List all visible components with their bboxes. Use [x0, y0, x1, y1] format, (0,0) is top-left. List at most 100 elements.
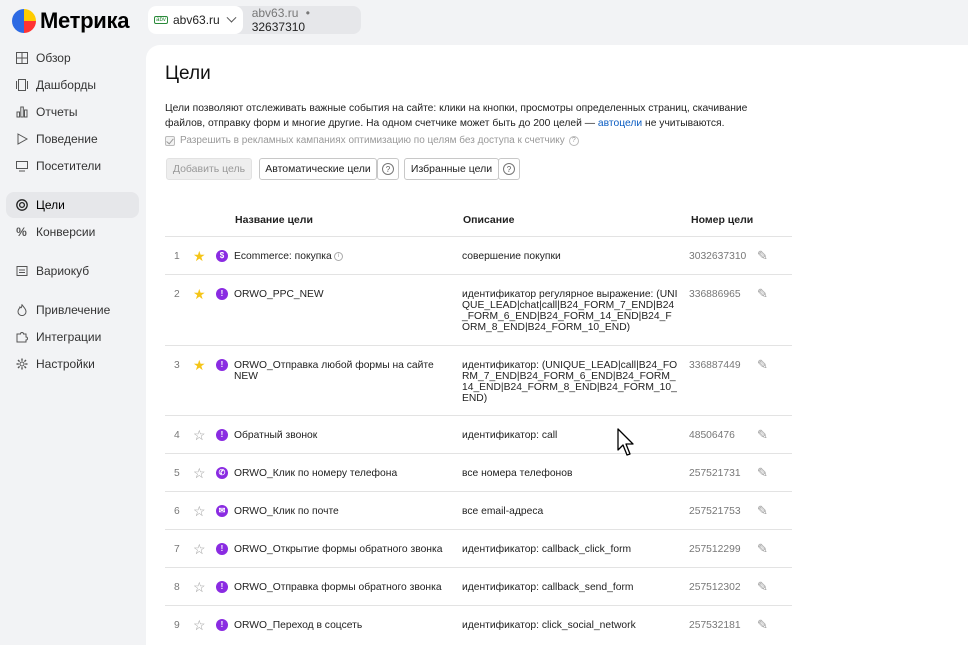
row-number: 1 [174, 251, 180, 262]
sidebar-item-integrations[interactable]: Интеграции [6, 324, 139, 350]
edit-pencil-icon[interactable]: ✎ [757, 504, 771, 518]
sidebar-item-settings[interactable]: Настройки [6, 351, 139, 377]
table-row[interactable]: 6 ☆ ✉ ORWO_Клик по почте все email-адрес… [165, 491, 792, 529]
phone-goal-icon: ✆ [216, 467, 228, 479]
sidebar-item-variocube[interactable]: Вариокуб [6, 258, 139, 284]
row-number: 9 [174, 620, 180, 631]
goal-name[interactable]: ORWO_Отправка формы обратного звонка [234, 582, 444, 593]
row-number: 2 [174, 289, 180, 300]
star-filled-icon[interactable]: ★ [193, 249, 207, 263]
top-bar: Метрика abv abv63.ru abv63.ru • 32637310 [0, 0, 968, 40]
goal-description: идентификатор: (UNIQUE_LEAD|call|B24_FOR… [462, 360, 678, 404]
row-number: 8 [174, 582, 180, 593]
table-row[interactable]: 7 ☆ ! ORWO_Открытие формы обратного звон… [165, 529, 792, 567]
star-filled-icon[interactable]: ★ [193, 287, 207, 301]
goal-id: 336886965 [689, 289, 741, 300]
column-header-description[interactable]: Описание [463, 214, 514, 226]
edit-pencil-icon[interactable]: ✎ [757, 358, 771, 372]
star-outline-icon[interactable]: ☆ [193, 580, 207, 594]
metrika-logo[interactable]: Метрика [12, 8, 129, 34]
add-goal-button[interactable]: Добавить цель [166, 158, 252, 180]
sidebar-item-reports[interactable]: Отчеты [6, 99, 139, 125]
question-icon: ? [503, 163, 515, 175]
edit-pencil-icon[interactable]: ✎ [757, 428, 771, 442]
puzzle-icon [15, 331, 28, 344]
cube-icon [15, 265, 28, 278]
star-filled-icon[interactable]: ★ [193, 358, 207, 372]
favorite-goals-button[interactable]: Избранные цели [404, 158, 499, 180]
star-outline-icon[interactable]: ☆ [193, 428, 207, 442]
column-header-name[interactable]: Название цели [235, 214, 313, 226]
table-row[interactable]: 1 ★ $ Ecommerce: покупка i совершение пок… [165, 236, 792, 274]
row-number: 6 [174, 506, 180, 517]
goal-name[interactable]: ORWO_Клик по почте [234, 506, 444, 517]
star-outline-icon[interactable]: ☆ [193, 504, 207, 518]
edit-pencil-icon[interactable]: ✎ [757, 287, 771, 301]
permission-checkbox[interactable] [165, 135, 175, 146]
sidebar-item-label: Интеграции [36, 330, 102, 344]
counter-dropdown[interactable]: abv abv63.ru [148, 6, 243, 34]
goal-name[interactable]: Ecommerce: покупка i [234, 251, 444, 262]
goal-id: 257532181 [689, 620, 741, 631]
ecommerce-goal-icon: $ [216, 250, 228, 262]
auto-goals-help-button[interactable]: ? [377, 158, 399, 180]
table-row[interactable]: 5 ☆ ✆ ORWO_Клик по номеру телефона все н… [165, 453, 792, 491]
goal-name[interactable]: ORWO_Открытие формы обратного звонка [234, 544, 444, 555]
table-row[interactable]: 2 ★ ! ORWO_PPC_NEW идентификатор регуляр… [165, 274, 792, 345]
row-number: 7 [174, 544, 180, 555]
help-icon[interactable]: ? [568, 135, 579, 146]
sidebar-item-label: Цели [36, 198, 65, 212]
goals-description: Цели позволяют отслеживать важные событи… [165, 101, 785, 131]
favorite-goals-help-button[interactable]: ? [498, 158, 520, 180]
table-row[interactable]: 9 ☆ ! ORWO_Переход в соцсеть идентификат… [165, 605, 792, 643]
edit-pencil-icon[interactable]: ✎ [757, 580, 771, 594]
goal-name[interactable]: ORWO_PPC_NEW [234, 289, 444, 300]
goal-description: все номера телефонов [462, 468, 573, 479]
table-row[interactable]: 8 ☆ ! ORWO_Отправка формы обратного звон… [165, 567, 792, 605]
chevron-down-icon [226, 12, 237, 23]
table-row[interactable]: 4 ☆ ! Обратный звонок идентификатор: cal… [165, 415, 792, 453]
goal-description: идентификатор: callback_send_form [462, 582, 634, 593]
info-icon[interactable]: i [333, 251, 343, 261]
percent-icon: % [16, 225, 27, 239]
counter-site-name: abv63.ru [173, 13, 220, 27]
exclamation-goal-icon: ! [216, 359, 228, 371]
goal-description: идентификатор: click_social_network [462, 620, 636, 631]
sidebar-item-goals[interactable]: Цели [6, 192, 139, 218]
edit-pencil-icon[interactable]: ✎ [757, 618, 771, 632]
star-outline-icon[interactable]: ☆ [193, 466, 207, 480]
star-outline-icon[interactable]: ☆ [193, 542, 207, 556]
edit-pencil-icon[interactable]: ✎ [757, 466, 771, 480]
grid-icon [15, 52, 28, 65]
goal-name[interactable]: ORWO_Отправка любой формы на сайте NEW [234, 360, 434, 382]
logo-text: Метрика [40, 8, 130, 33]
goal-name[interactable]: Обратный звонок [234, 430, 444, 441]
site-favicon-icon: abv [154, 16, 168, 24]
sidebar-item-label: Поведение [36, 132, 98, 146]
sidebar-item-acquisition[interactable]: Привлечение [6, 297, 139, 323]
edit-pencil-icon[interactable]: ✎ [757, 542, 771, 556]
sidebar-item-conversions[interactable]: % Конверсии [6, 219, 139, 245]
sidebar-item-label: Привлечение [36, 303, 111, 317]
autogoals-link[interactable]: автоцели [598, 118, 642, 129]
goal-name[interactable]: ORWO_Переход в соцсеть [234, 620, 444, 631]
goal-id: 3032637310 [689, 251, 747, 262]
table-row[interactable]: 3 ★ ! ORWO_Отправка любой формы на сайте… [165, 345, 792, 415]
sidebar-item-visitors[interactable]: Посетители [6, 153, 139, 179]
auto-goals-button[interactable]: Автоматические цели [259, 158, 377, 180]
exclamation-goal-icon: ! [216, 619, 228, 631]
bar-chart-icon [15, 106, 28, 119]
goal-name[interactable]: ORWO_Клик по номеру телефона [234, 468, 444, 479]
goal-description: совершение покупки [462, 251, 561, 262]
exclamation-goal-icon: ! [216, 581, 228, 593]
sidebar-item-label: Дашборды [36, 78, 96, 92]
sidebar-item-dashboards[interactable]: Дашборды [6, 72, 139, 98]
column-header-number[interactable]: Номер цели [691, 214, 753, 226]
counter-selector[interactable]: abv abv63.ru abv63.ru • 32637310 [148, 6, 361, 34]
sidebar-item-overview[interactable]: Обзор [6, 45, 139, 71]
main-panel: Цели Цели позволяют отслеживать важные с… [146, 45, 968, 645]
star-outline-icon[interactable]: ☆ [193, 618, 207, 632]
edit-pencil-icon[interactable]: ✎ [757, 249, 771, 263]
sidebar-item-behavior[interactable]: Поведение [6, 126, 139, 152]
flame-icon [15, 304, 28, 317]
